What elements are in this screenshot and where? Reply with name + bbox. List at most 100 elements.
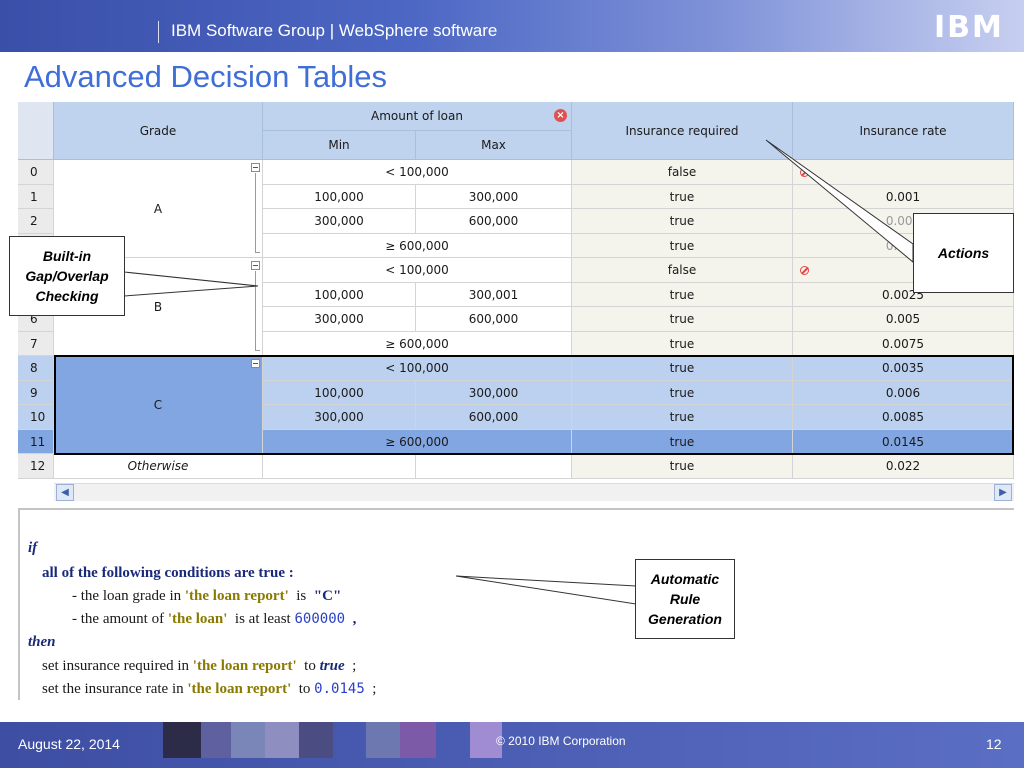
- header-separator: [158, 21, 159, 43]
- amount-cell[interactable]: < 100,000: [263, 160, 572, 185]
- insurance-required-cell[interactable]: true: [572, 185, 793, 209]
- gap-overlap-callout: Built-in Gap/Overlap Checking: [9, 236, 125, 316]
- row-number[interactable]: 0: [18, 160, 54, 185]
- insurance-required-cell[interactable]: true: [572, 381, 793, 405]
- footer-image-tile: [201, 722, 231, 758]
- rule-text: set the insurance rate in: [42, 681, 188, 697]
- horizontal-scrollbar[interactable]: ◀ ▶: [54, 483, 1014, 501]
- rule-literal: 'the loan report': [192, 658, 297, 674]
- decision-table: Grade Amount of loan × Min Max Insurance…: [18, 102, 1014, 480]
- min-cell[interactable]: 100,000: [263, 185, 416, 209]
- row-number[interactable]: 12: [18, 454, 54, 479]
- min-cell[interactable]: 300,000: [263, 209, 416, 234]
- collapse-toggle[interactable]: [251, 163, 260, 172]
- insurance-required-cell[interactable]: false: [572, 258, 793, 283]
- insurance-rate-cell[interactable]: 0.006: [793, 381, 1014, 405]
- footer-band: August 22, 2014 © 2010 IBM Corporation 1…: [0, 722, 1024, 768]
- insurance-rate-cell[interactable]: 0.0145: [793, 430, 1014, 454]
- collapse-toggle[interactable]: [251, 261, 260, 270]
- insurance-required-cell[interactable]: true: [572, 454, 793, 479]
- collapse-toggle[interactable]: [251, 359, 260, 368]
- rule-punct: ;: [364, 681, 377, 697]
- footer-image-tile: [163, 722, 201, 758]
- arrow-left-icon[interactable]: ◀: [56, 484, 74, 501]
- automatic-rule-callout: Automatic Rule Generation: [635, 559, 735, 639]
- footer-image-tile: [265, 722, 299, 758]
- column-header-max[interactable]: Max: [416, 131, 572, 160]
- max-cell[interactable]: 300,001: [416, 283, 572, 307]
- column-header-amount[interactable]: Amount of loan: [263, 102, 572, 131]
- row-number[interactable]: 10: [18, 405, 54, 430]
- rule-text: to: [296, 658, 320, 674]
- row-number[interactable]: 9: [18, 381, 54, 405]
- max-cell[interactable]: [416, 454, 572, 479]
- max-cell[interactable]: 600,000: [416, 405, 572, 430]
- arrow-right-icon[interactable]: ▶: [994, 484, 1012, 501]
- footer-image-tile: [231, 722, 265, 758]
- min-cell[interactable]: [263, 454, 416, 479]
- rule-text: - the amount of: [72, 611, 168, 627]
- insurance-rate-cell[interactable]: 0.001: [793, 185, 1014, 209]
- row-number[interactable]: 2: [18, 209, 54, 234]
- rule-number: 0.0145: [314, 681, 365, 697]
- column-header-insurance-required[interactable]: Insurance required: [572, 102, 793, 160]
- max-cell[interactable]: 600,000: [416, 209, 572, 234]
- rule-action-1: set insurance required in 'the loan repo…: [42, 658, 356, 675]
- rule-value: true: [319, 658, 345, 674]
- rule-editor[interactable]: if all of the following conditions are t…: [18, 508, 1014, 700]
- column-header-min[interactable]: Min: [263, 131, 416, 160]
- footer-image-tile: [366, 722, 400, 758]
- insurance-required-cell[interactable]: false: [572, 160, 793, 185]
- max-cell[interactable]: 300,000: [416, 185, 572, 209]
- rule-action-2: set the insurance rate in 'the loan repo…: [42, 681, 376, 698]
- error-icon[interactable]: ×: [554, 109, 567, 122]
- min-cell[interactable]: 300,000: [263, 405, 416, 430]
- max-cell[interactable]: 300,000: [416, 381, 572, 405]
- max-cell[interactable]: 600,000: [416, 307, 572, 332]
- insurance-required-cell[interactable]: true: [572, 332, 793, 356]
- insurance-required-cell[interactable]: true: [572, 405, 793, 430]
- amount-cell[interactable]: < 100,000: [263, 356, 572, 381]
- grade-cell-otherwise[interactable]: Otherwise: [54, 454, 263, 479]
- ibm-logo: IBM: [934, 10, 1004, 45]
- row-number[interactable]: 8: [18, 356, 54, 381]
- amount-cell[interactable]: < 100,000: [263, 258, 572, 283]
- insurance-rate-cell[interactable]: 0.0035: [793, 356, 1014, 381]
- column-header-grade[interactable]: Grade: [54, 102, 263, 160]
- rule-text: - the loan grade in: [72, 588, 185, 604]
- insurance-required-cell[interactable]: true: [572, 307, 793, 332]
- row-number[interactable]: 1: [18, 185, 54, 209]
- rule-text: is: [288, 588, 314, 604]
- insurance-required-cell[interactable]: true: [572, 209, 793, 234]
- footer-copyright: © 2010 IBM Corporation: [496, 734, 626, 748]
- insurance-rate-cell[interactable]: 0.0085: [793, 405, 1014, 430]
- insurance-rate-cell[interactable]: 0.005: [793, 307, 1014, 332]
- min-cell[interactable]: 300,000: [263, 307, 416, 332]
- insurance-required-cell[interactable]: true: [572, 234, 793, 258]
- amount-cell[interactable]: ≥ 600,000: [263, 332, 572, 356]
- insurance-required-cell[interactable]: true: [572, 356, 793, 381]
- row-number[interactable]: 7: [18, 332, 54, 356]
- rule-condition-2: - the amount of 'the loan' is at least 6…: [72, 611, 356, 628]
- no-entry-icon: [800, 266, 809, 275]
- rule-condition-1: - the loan grade in 'the loan report' is…: [72, 588, 341, 605]
- grade-cell-c[interactable]: C: [54, 356, 263, 454]
- rule-all-conditions: all of the following conditions are true…: [42, 565, 294, 581]
- corner-cell: [18, 102, 54, 160]
- rule-literal: 'the loan report': [184, 588, 289, 604]
- group-bracket: [255, 271, 260, 351]
- group-bracket: [255, 173, 260, 253]
- min-cell[interactable]: 100,000: [263, 381, 416, 405]
- rule-then-keyword: then: [28, 634, 56, 650]
- min-cell[interactable]: 100,000: [263, 283, 416, 307]
- row-number[interactable]: 11: [18, 430, 54, 454]
- insurance-rate-cell[interactable]: [793, 160, 1014, 185]
- amount-cell[interactable]: ≥ 600,000: [263, 234, 572, 258]
- insurance-required-cell[interactable]: true: [572, 430, 793, 454]
- insurance-rate-cell[interactable]: 0.022: [793, 454, 1014, 479]
- rule-value: "C": [313, 588, 342, 604]
- column-header-insurance-rate[interactable]: Insurance rate: [793, 102, 1014, 160]
- insurance-rate-cell[interactable]: 0.0075: [793, 332, 1014, 356]
- amount-cell[interactable]: ≥ 600,000: [263, 430, 572, 454]
- insurance-required-cell[interactable]: true: [572, 283, 793, 307]
